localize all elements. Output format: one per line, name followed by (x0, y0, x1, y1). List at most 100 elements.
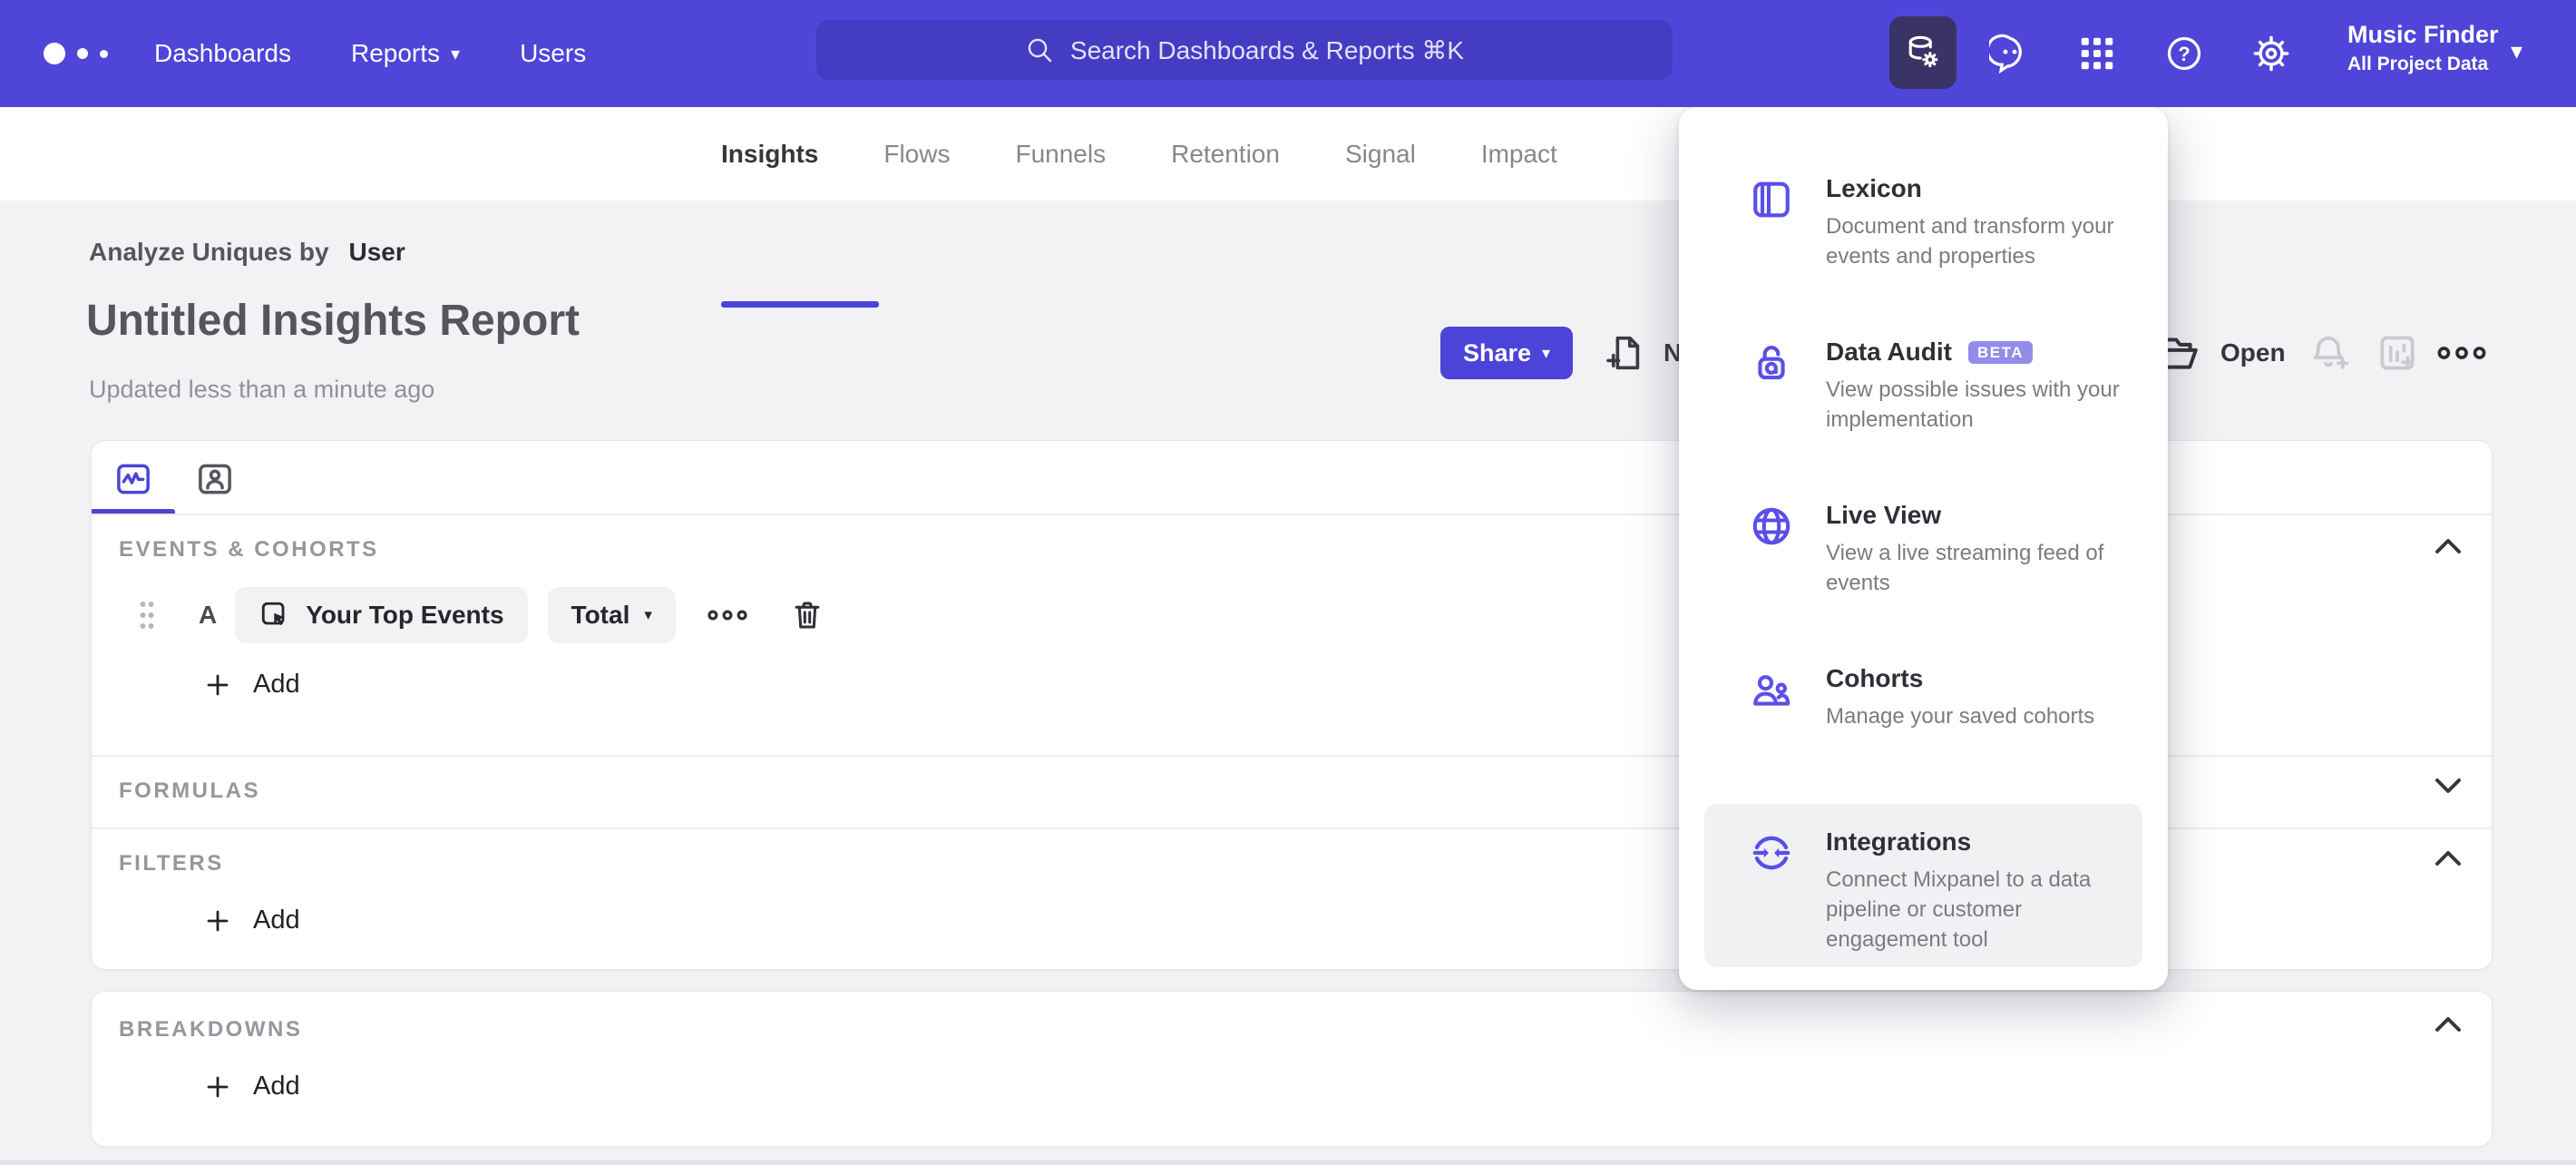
section-label-events: EVENTS & COHORTS (119, 537, 379, 562)
ellipsis-icon (2437, 347, 2486, 359)
add-label: Add (253, 1072, 300, 1101)
gear-icon (2253, 35, 2289, 72)
window-bottom-edge (0, 1160, 2576, 1165)
help-button[interactable]: ? (2163, 33, 2205, 74)
section-label-formulas: FORMULAS (119, 778, 260, 803)
menu-item-text: Lexicon Document and transform your even… (1826, 174, 2130, 314)
chart-plus-icon (2380, 336, 2415, 370)
help-icon: ? (2167, 36, 2201, 71)
integrations-sync-icon (1752, 836, 1791, 870)
logo-dot (100, 49, 108, 58)
analyze-by-row: Analyze Uniques by User (89, 238, 405, 267)
tab-funnels[interactable]: Funnels (1015, 140, 1106, 169)
add-breakdown-button[interactable]: Add (204, 1072, 300, 1101)
nav-item-label: Dashboards (154, 39, 291, 67)
metric-selector-button[interactable]: Total ▾ (547, 587, 676, 643)
apps-grid-button[interactable] (2076, 33, 2118, 74)
data-management-button[interactable] (1889, 16, 1956, 89)
chevron-up-icon (2435, 1017, 2461, 1032)
plus-icon (207, 674, 229, 695)
menu-item-live-view[interactable]: Live View View a live streaming feed of … (1704, 477, 2142, 641)
person-icon (199, 464, 231, 494)
menu-item-title: Live View (1826, 501, 1942, 529)
primary-nav: Dashboards Reports ▾ Users (154, 0, 586, 107)
tab-user-profiles[interactable] (195, 459, 235, 499)
logo-dot (44, 43, 65, 64)
open-report-button[interactable]: Open (2152, 330, 2286, 376)
delete-event-button[interactable] (790, 598, 825, 632)
report-tabs-strip: Insights Flows Funnels Retention Signal … (0, 107, 2576, 308)
collapse-events-button[interactable] (2432, 535, 2464, 557)
event-selector-button[interactable]: Your Top Events (235, 587, 528, 643)
menu-item-text: Cohorts Manage your saved cohorts (1826, 664, 2094, 804)
menu-item-desc: Document and transform your events and p… (1826, 214, 2114, 269)
nav-item-reports[interactable]: Reports ▾ (351, 39, 460, 68)
menu-item-title: Integrations (1826, 827, 1972, 856)
bell-plus-icon (2313, 336, 2349, 369)
series-letter: A (199, 601, 218, 629)
ellipsis-icon (707, 610, 747, 621)
breakdowns-card: BREAKDOWNS Add (91, 991, 2493, 1147)
menu-item-data-audit[interactable]: Data Audit BETA View possible issues wit… (1704, 314, 2142, 477)
search-input[interactable]: Search Dashboards & Reports ⌘K (816, 20, 1673, 80)
menu-item-text: Live View View a live streaming feed of … (1826, 501, 2130, 641)
feedback-button[interactable] (1989, 33, 2031, 74)
event-row: A Your Top Events Total ▾ (137, 587, 825, 643)
menu-item-desc: Connect Mixpanel to a data pipeline or c… (1826, 867, 2092, 953)
metric-name: Total (571, 601, 630, 629)
add-event-button[interactable]: Add (204, 670, 300, 700)
beta-badge: BETA (1967, 340, 2033, 364)
active-tab-underline (721, 301, 879, 308)
plus-icon (207, 910, 229, 931)
project-scope: All Project Data (2347, 54, 2489, 74)
section-label-breakdowns: BREAKDOWNS (119, 1017, 303, 1042)
tab-metrics-chart[interactable] (113, 459, 153, 499)
top-navbar: Dashboards Reports ▾ Users Search Dashboa… (0, 0, 2576, 107)
chevron-down-icon (2435, 778, 2461, 793)
mixpanel-logo[interactable] (44, 0, 108, 107)
collapse-filters-button[interactable] (2432, 847, 2464, 869)
open-label: Open (2220, 338, 2286, 367)
chevron-down-icon: ▾ (644, 606, 652, 624)
search-icon (1028, 38, 1052, 63)
create-alert-button[interactable] (2308, 330, 2353, 376)
menu-item-title: Lexicon (1826, 174, 1922, 202)
analyze-entity-dropdown[interactable]: User (349, 238, 405, 267)
tab-impact[interactable]: Impact (1481, 140, 1557, 169)
nav-item-label: Reports (350, 39, 441, 67)
logo-dot (77, 48, 88, 59)
tab-insights[interactable]: Insights (721, 140, 818, 169)
pulse-chart-icon (117, 464, 150, 494)
chevron-down-icon[interactable]: ▾ (2511, 38, 2522, 65)
project-selector[interactable]: Music Finder All Project Data (2347, 16, 2499, 76)
tab-retention[interactable]: Retention (1171, 140, 1280, 169)
new-document-icon (1606, 336, 1640, 370)
tab-signal[interactable]: Signal (1345, 140, 1416, 169)
menu-item-text: Data Audit BETA View possible issues wit… (1826, 338, 2130, 477)
cohorts-people-icon (1753, 675, 1791, 706)
expand-formulas-button[interactable] (2432, 775, 2464, 797)
page-title[interactable]: Untitled Insights Report (86, 296, 580, 346)
menu-item-integrations[interactable]: Integrations Connect Mixpanel to a data … (1704, 804, 2142, 967)
globe-icon (1752, 507, 1791, 545)
section-label-filters: FILTERS (119, 851, 224, 876)
drag-handle[interactable] (137, 599, 157, 631)
share-button[interactable]: Share ▾ (1440, 327, 1573, 379)
add-filter-button[interactable]: Add (204, 906, 300, 935)
event-row-options-button[interactable] (707, 607, 748, 623)
menu-item-cohorts[interactable]: Cohorts Manage your saved cohorts (1704, 641, 2142, 804)
add-to-board-button[interactable] (2375, 330, 2420, 376)
nav-item-label: Users (520, 39, 587, 67)
search-placeholder: Search Dashboards & Reports ⌘K (1069, 35, 1465, 64)
collapse-breakdowns-button[interactable] (2432, 1013, 2464, 1035)
data-audit-lock-icon (1758, 346, 1785, 380)
menu-item-title: Cohorts (1826, 664, 1924, 692)
menu-item-desc: View possible issues with your implement… (1826, 377, 2120, 433)
settings-button[interactable] (2250, 33, 2292, 74)
nav-item-dashboards[interactable]: Dashboards (154, 39, 291, 68)
updated-timestamp: Updated less than a minute ago (89, 376, 435, 403)
menu-item-lexicon[interactable]: Lexicon Document and transform your even… (1704, 151, 2142, 314)
nav-item-users[interactable]: Users (520, 39, 586, 68)
tab-flows[interactable]: Flows (883, 140, 950, 169)
more-options-button[interactable] (2436, 343, 2487, 363)
